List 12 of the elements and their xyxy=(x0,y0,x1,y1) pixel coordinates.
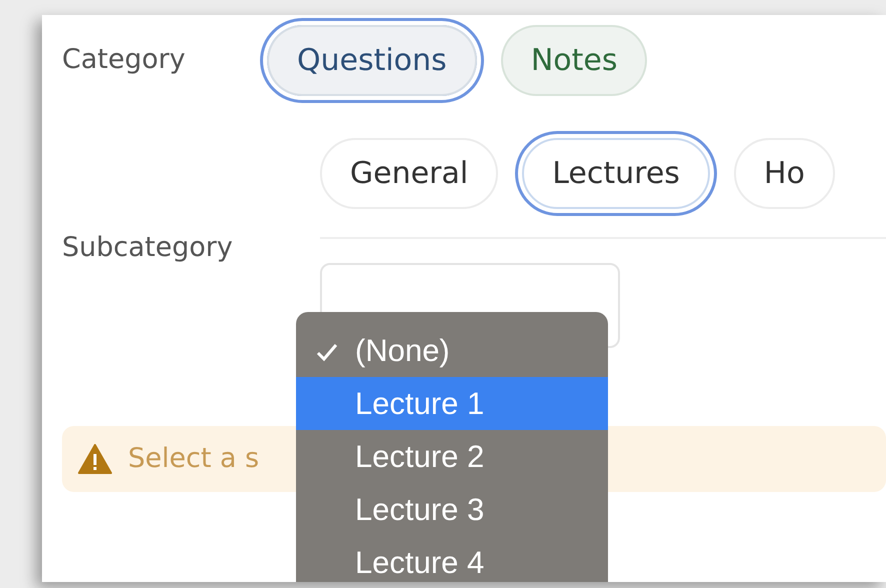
subcategory-chip[interactable]: Ho xyxy=(734,138,835,209)
alert-text: Select a s xyxy=(128,442,260,476)
dropdown-option[interactable]: Lecture 1 xyxy=(296,377,608,430)
dropdown-option[interactable]: Lecture 2 xyxy=(296,430,608,483)
dropdown-option[interactable]: Lecture 4 xyxy=(296,536,608,582)
dropdown-option[interactable]: (None) xyxy=(296,324,608,377)
category-chip[interactable]: Notes xyxy=(500,25,648,96)
subcategory-chip[interactable]: General xyxy=(320,138,498,209)
warning-icon xyxy=(78,444,112,474)
subcategory-label: Subcategory xyxy=(62,231,234,265)
dropdown-option[interactable]: Lecture 3 xyxy=(296,483,608,536)
category-label: Category xyxy=(62,43,186,78)
